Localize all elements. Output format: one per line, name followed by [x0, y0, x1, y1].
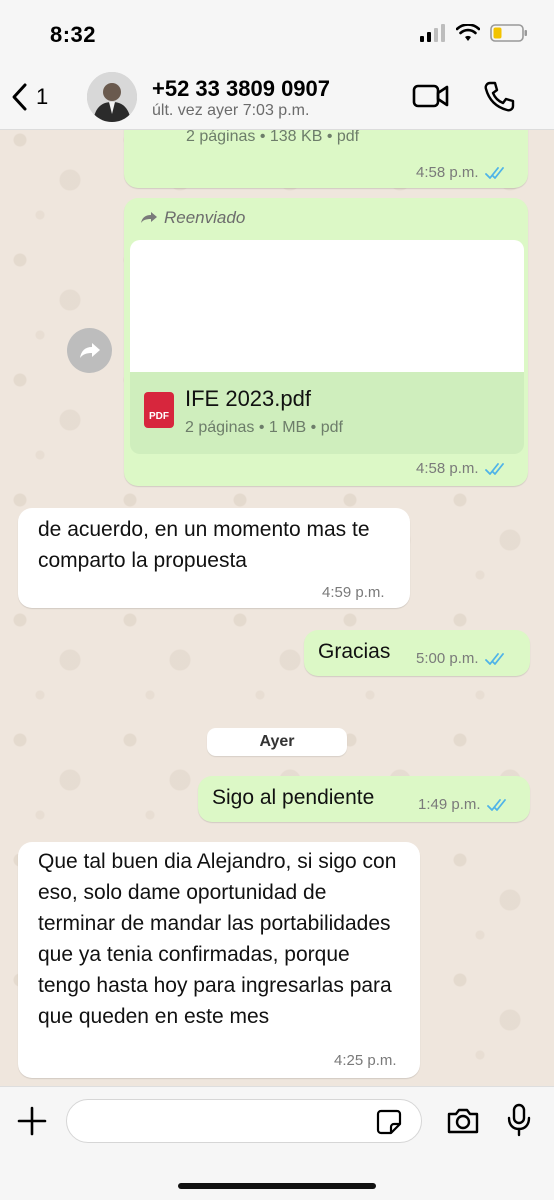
- message-meta: 4:58 p.m.: [416, 460, 507, 477]
- forward-arrow-icon: [79, 342, 100, 358]
- signal-icon: [420, 24, 445, 42]
- document-row[interactable]: PDF IFE 2023.pdf 2 páginas • 1 MB • pdf: [130, 372, 524, 454]
- plus-icon: [17, 1106, 47, 1136]
- video-call-button[interactable]: [412, 82, 450, 115]
- battery-icon: [490, 24, 527, 42]
- message-text: de acuerdo, en un momento mas te compart…: [38, 518, 370, 572]
- unread-count: 1: [36, 84, 49, 109]
- incoming-message[interactable]: de acuerdo, en un momento mas te compart…: [18, 508, 410, 608]
- double-check-icon: [486, 798, 506, 811]
- avatar[interactable]: [87, 72, 137, 122]
- message-time: 4:59 p.m.: [322, 584, 385, 601]
- double-check-icon: [484, 166, 504, 179]
- sticker-icon: [376, 1109, 402, 1135]
- camera-button[interactable]: [446, 1107, 480, 1140]
- double-check-icon: [484, 462, 504, 475]
- sticker-button[interactable]: [376, 1109, 402, 1140]
- message-meta: 1:49 p.m.: [418, 796, 509, 813]
- wifi-icon: [456, 24, 480, 41]
- message-meta: 5:00 p.m.: [416, 650, 507, 667]
- double-check-icon: [484, 652, 504, 665]
- message-meta: 4:58 p.m.: [416, 164, 507, 181]
- chevron-left-icon: [12, 83, 27, 111]
- message-time: 4:58 p.m.: [416, 460, 479, 477]
- pdf-file-icon: PDF: [144, 392, 174, 428]
- forward-arrow-icon: [141, 212, 157, 223]
- message-list[interactable]: 2 páginas • 138 KB • pdf 4:58 p.m. Reenv…: [0, 130, 554, 1086]
- contact-photo: [87, 72, 137, 122]
- status-time: 8:32: [50, 22, 97, 47]
- microphone-icon: [507, 1103, 531, 1137]
- forward-button[interactable]: [67, 328, 112, 373]
- file-name: IFE 2023.pdf: [185, 386, 311, 411]
- forwarded-label: Reenviado: [140, 208, 245, 228]
- voice-call-button[interactable]: [482, 80, 516, 119]
- camera-icon: [447, 1108, 479, 1134]
- message-text: Gracias: [318, 640, 391, 663]
- outgoing-message[interactable]: Sigo al pendiente 1:49 p.m.: [198, 776, 530, 822]
- status-icons: [420, 24, 528, 42]
- message-time: 4:25 p.m.: [334, 1052, 397, 1069]
- video-camera-icon: [412, 84, 449, 108]
- forwarded-file-bubble[interactable]: Reenviado PDF IFE 2023.pdf 2 páginas • 1…: [124, 198, 528, 486]
- date-separator: Ayer: [207, 728, 347, 756]
- message-input-bar: [0, 1086, 554, 1200]
- file-info: 2 páginas • 1 MB • pdf: [185, 419, 343, 436]
- file-info: 2 páginas • 138 KB • pdf: [186, 130, 360, 145]
- chat-header: 1 +52 33 3809 0907 últ. vez ayer 7:03 p.…: [0, 64, 554, 130]
- message-text: Sigo al pendiente: [212, 786, 375, 809]
- forwarded-text: Reenviado: [164, 208, 246, 227]
- document-preview[interactable]: [130, 240, 524, 372]
- message-time: 5:00 p.m.: [416, 650, 479, 667]
- incoming-message[interactable]: Que tal buen dia Alejandro, si sigo con …: [18, 842, 420, 1078]
- home-indicator[interactable]: [178, 1183, 376, 1189]
- last-seen-status: últ. vez ayer 7:03 p.m.: [152, 102, 310, 119]
- back-button[interactable]: 1: [10, 82, 48, 112]
- file-message-bubble[interactable]: 2 páginas • 138 KB • pdf 4:58 p.m.: [124, 130, 528, 188]
- message-time: 1:49 p.m.: [418, 796, 481, 813]
- attach-button[interactable]: [16, 1105, 48, 1142]
- microphone-button[interactable]: [507, 1103, 531, 1142]
- message-text: Que tal buen dia Alejandro, si sigo con …: [38, 850, 397, 1028]
- message-time: 4:58 p.m.: [416, 164, 479, 181]
- message-input[interactable]: [66, 1099, 422, 1143]
- outgoing-message[interactable]: Gracias 5:00 p.m.: [304, 630, 530, 676]
- status-bar: 8:32: [0, 0, 554, 64]
- phone-icon: [484, 81, 515, 112]
- contact-name[interactable]: +52 33 3809 0907: [152, 76, 330, 102]
